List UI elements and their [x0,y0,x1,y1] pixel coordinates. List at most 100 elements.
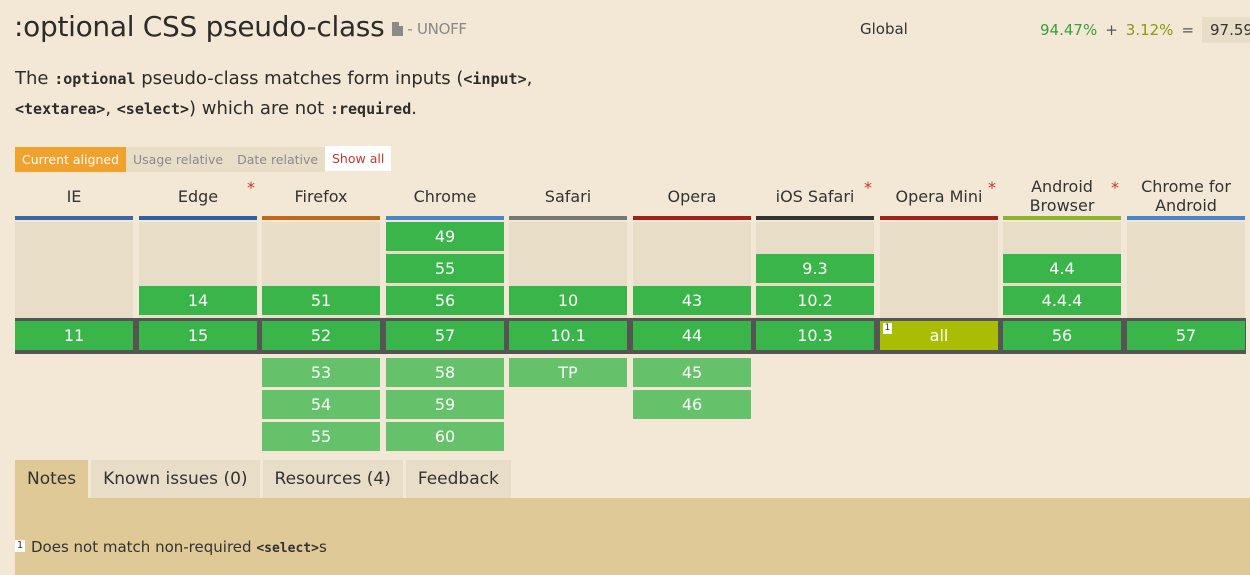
prefix-note-star: * [1111,178,1119,197]
feature-description: The :optional pseudo-class matches form … [15,64,575,124]
desc-text: , [526,68,533,89]
usage-summary: 94.47% + 3.12% = 97.59% [1040,16,1250,44]
footnote-number: 1 [15,540,25,552]
notes-panel: 1 Does not match non-required <select>s [15,498,1250,575]
version-cell-future[interactable]: 53 [262,358,380,387]
footnote-code: <select> [256,541,319,556]
version-cell-current[interactable]: 11 [15,321,133,350]
mode-current-aligned[interactable]: Current aligned [15,147,127,172]
browser-name: iOS Safari [775,186,855,206]
desc-text: ) which are not [189,98,330,119]
version-cell-current[interactable]: 57 [1127,321,1245,350]
usage-partial: 3.12% [1125,21,1174,39]
footnote-suffix: s [318,538,327,556]
version-cell-past[interactable]: 14 [139,286,257,315]
browser-header[interactable]: Chrome for Android [1127,176,1245,220]
version-cell-future[interactable]: 54 [262,390,380,419]
version-cell-past[interactable]: 49 [386,222,504,251]
page-title: :optional CSS pseudo-class - UNOFF [14,10,467,43]
version-cell-past[interactable]: 4.4 [1003,254,1121,283]
tab-resources[interactable]: Resources (4) [262,460,403,498]
tab-notes[interactable]: Notes [15,460,89,498]
version-cell-current[interactable]: 15 [139,321,257,350]
mode-date-relative[interactable]: Date relative [230,147,326,172]
browser-header[interactable]: Chrome [386,176,504,220]
browser-name: Firefox [294,186,348,206]
browser-header[interactable]: Opera Mini * [880,176,998,220]
info-tabs: Notes Known issues (0) Resources (4) Fee… [15,460,514,498]
version-cell-past[interactable]: 51 [262,286,380,315]
version-cell-past[interactable]: 10 [509,286,627,315]
version-label: 57 [1175,326,1197,345]
version-cell-past[interactable]: 43 [633,286,751,315]
version-cell-future[interactable]: 60 [386,422,504,451]
version-cell-past[interactable]: 56 [386,286,504,315]
version-label: 10.1 [550,326,586,345]
show-all-button[interactable]: Show all [325,146,392,171]
footnote-text: Does not match non-required [31,538,257,556]
version-cell-current[interactable]: 52 [262,321,380,350]
usage-equals: = [1181,21,1195,39]
browser-header[interactable]: Android Browser * [1003,176,1121,220]
past-versions-background [880,222,998,318]
version-label: 44 [681,326,703,345]
note-marker: 1 [883,323,892,334]
browser-name: Opera Mini [895,186,983,206]
tab-feedback[interactable]: Feedback [405,460,511,498]
browser-header[interactable]: Safari [509,176,627,220]
version-label: 11 [63,326,85,345]
browser-header[interactable]: Opera [633,176,751,220]
version-cell-past[interactable]: 4.4.4 [1003,286,1121,315]
version-cell-past[interactable]: 9.3 [756,254,874,283]
spec-status: - UNOFF [407,20,467,38]
usage-total: 97.59% [1202,17,1250,43]
version-label: 52 [310,326,332,345]
version-cell-current[interactable]: 44 [633,321,751,350]
desc-code: :optional [54,70,136,88]
version-cell-future[interactable]: 55 [262,422,380,451]
view-mode-toggle: Current aligned Usage relative Date rela… [15,147,326,172]
version-label: 15 [187,326,209,345]
browser-name: Chrome [413,186,477,206]
version-cell-current[interactable]: 56 [1003,321,1121,350]
version-cell-future[interactable]: 46 [633,390,751,419]
usage-plus: + [1105,21,1118,39]
version-label: 56 [1051,326,1073,345]
tab-known-issues[interactable]: Known issues (0) [91,460,260,498]
browser-header[interactable]: Edge * [139,176,257,220]
prefix-note-star: * [988,178,996,197]
document-icon[interactable] [392,22,404,36]
version-label: all [929,326,949,345]
desc-code: <textarea> [15,100,106,118]
browser-header[interactable]: Firefox [262,176,380,220]
mode-usage-relative[interactable]: Usage relative [126,147,231,172]
browser-header[interactable]: IE [15,176,133,220]
version-cell-future[interactable]: TP [509,358,627,387]
version-cell-past[interactable]: 10.2 [756,286,874,315]
browser-name: Chrome for Android [1141,177,1231,215]
version-cell-current[interactable]: 10.1 [509,321,627,350]
title-text: :optional CSS pseudo-class [14,10,385,43]
version-cell-future[interactable]: 58 [386,358,504,387]
desc-code: :required [329,100,412,118]
desc-text: The [15,68,55,89]
support-table: IE 11 Edge * 14 15 Firefox 51 52 53 54 55 Chrome 49 55… [15,176,1246,456]
version-cell-current[interactable]: 57 [386,321,504,350]
desc-text: , [105,98,117,119]
version-cell-future[interactable]: 59 [386,390,504,419]
version-cell-current[interactable]: all 1 [880,321,998,350]
browser-name: Android Browser [1029,177,1095,215]
desc-text: pseudo-class matches form inputs ( [135,68,464,89]
version-cell-future[interactable]: 45 [633,358,751,387]
desc-code: <input> [463,70,527,88]
usage-full: 94.47% [1040,21,1098,39]
desc-code: <select> [116,100,190,118]
browser-name: Edge [177,186,219,206]
region-selector[interactable]: Global [860,20,908,38]
browser-name: Safari [544,186,592,206]
version-cell-past[interactable]: 55 [386,254,504,283]
past-versions-background [15,222,133,318]
version-label: 10.3 [797,326,833,345]
version-cell-current[interactable]: 10.3 [756,321,874,350]
browser-header[interactable]: iOS Safari * [756,176,874,220]
